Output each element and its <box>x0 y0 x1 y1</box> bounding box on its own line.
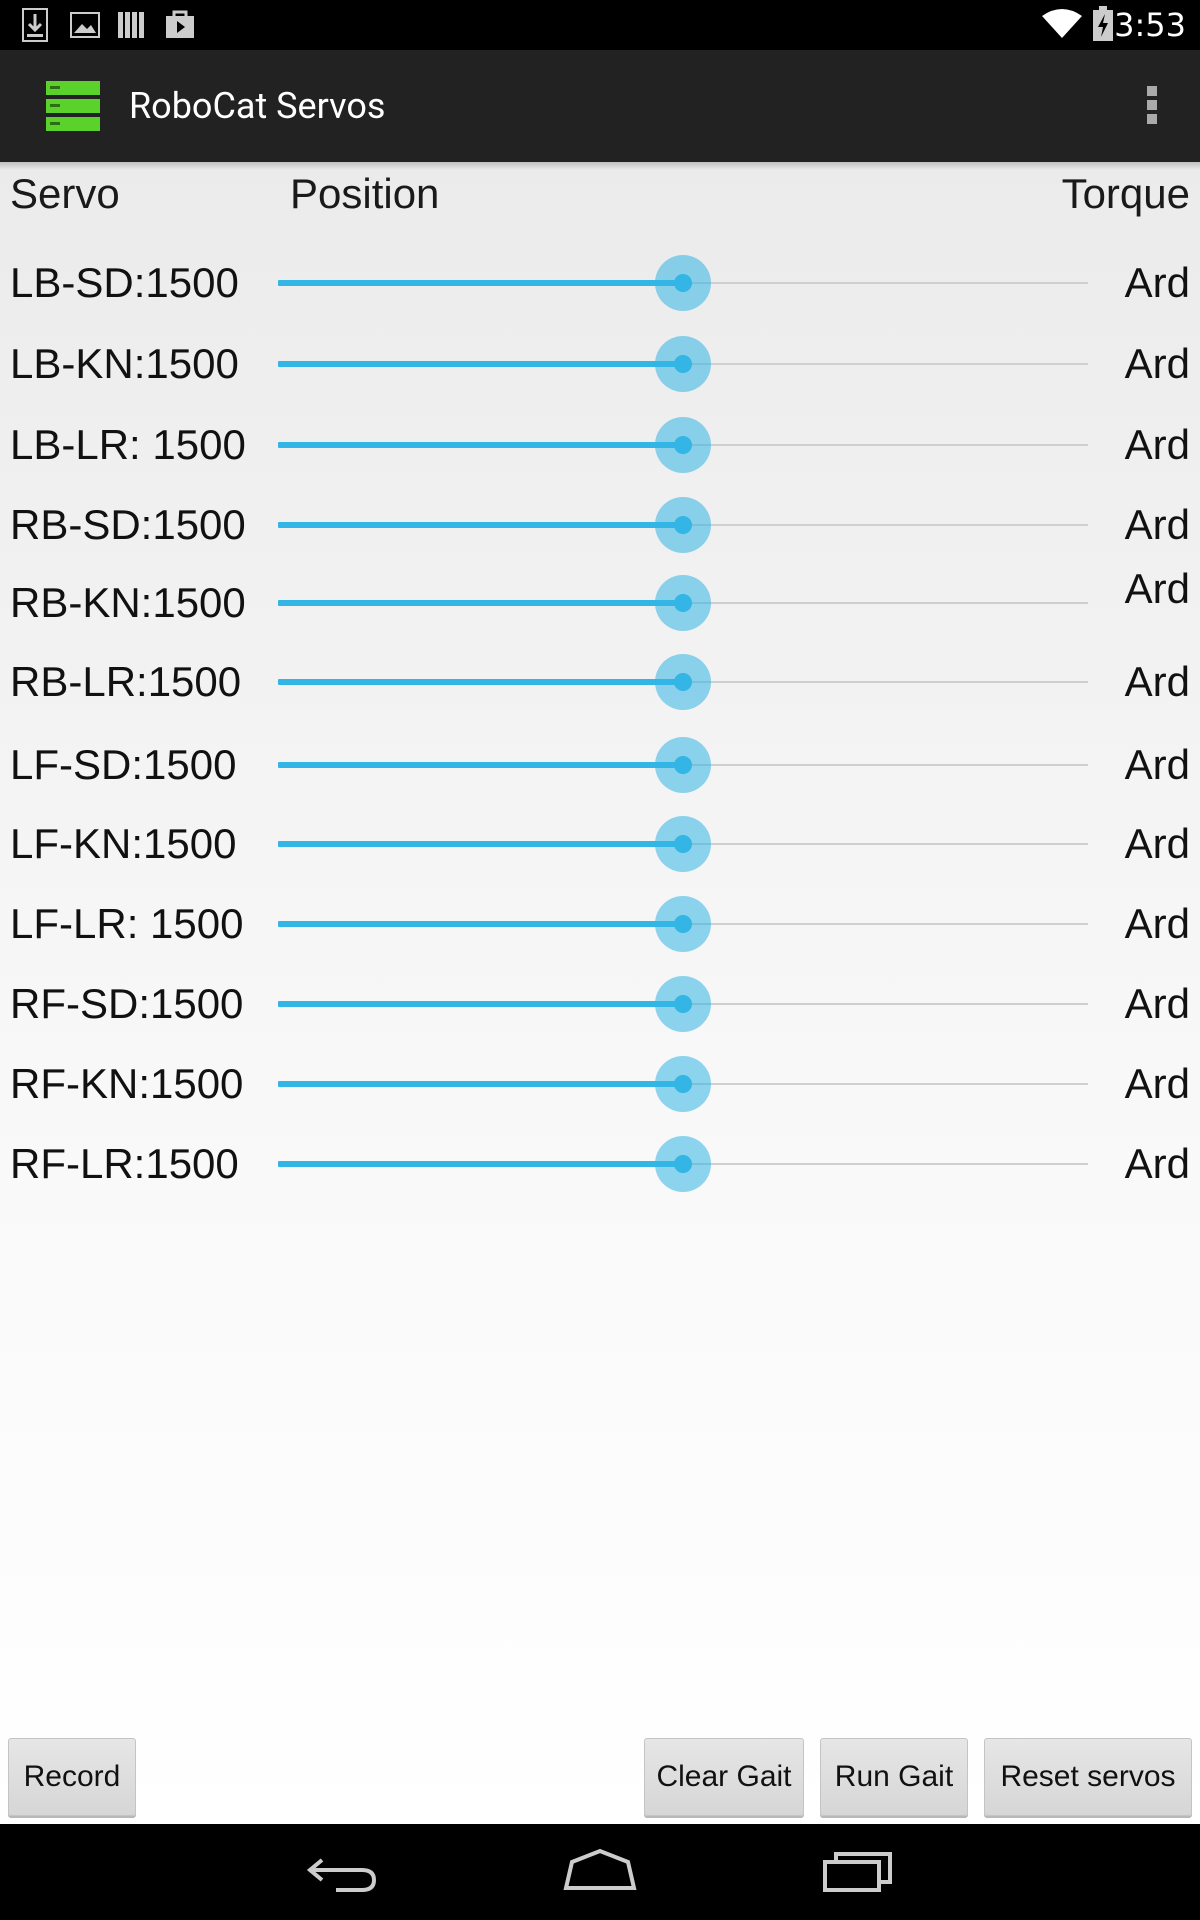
servo-label: LF-KN:1500 <box>10 820 237 867</box>
servo-row: RB-SD:1500 Ard <box>0 495 1200 555</box>
torque-value[interactable]: Ard <box>1125 415 1190 475</box>
reset-servos-button[interactable]: Reset servos <box>984 1738 1192 1816</box>
slider-thumb[interactable] <box>674 995 692 1013</box>
navigation-bar <box>0 1824 1200 1920</box>
slider-thumb[interactable] <box>674 594 692 612</box>
slider-thumb[interactable] <box>674 436 692 454</box>
position-slider[interactable] <box>278 652 1088 712</box>
slider-thumb[interactable] <box>674 1155 692 1173</box>
servo-panel: Servo Position Torque LB-SD:1500 Ard LB-KN… <box>0 162 1200 1824</box>
torque-value[interactable]: Ard <box>1125 974 1190 1034</box>
servo-label: RB-KN:1500 <box>10 579 246 626</box>
servo-label: RF-KN:1500 <box>10 1060 244 1107</box>
position-slider[interactable] <box>278 735 1088 795</box>
torque-value[interactable]: Ard <box>1125 253 1190 313</box>
servo-row: RF-SD:1500 Ard <box>0 974 1200 1034</box>
torque-value[interactable]: Ard <box>1125 894 1190 954</box>
header-torque: Torque <box>1061 170 1190 217</box>
servo-label: LF-LR: 1500 <box>10 900 244 947</box>
servo-label: RF-SD:1500 <box>10 980 244 1027</box>
servo-label: LB-LR: 1500 <box>10 421 246 468</box>
torque-value[interactable]: Ard <box>1125 735 1190 795</box>
record-button[interactable]: Record <box>8 1738 136 1816</box>
position-slider[interactable] <box>278 415 1088 475</box>
torque-value[interactable]: Ard <box>1125 652 1190 712</box>
torque-value[interactable]: Ard <box>1125 814 1190 874</box>
torque-value[interactable]: Ard <box>1125 334 1190 394</box>
servo-label: RF-LR:1500 <box>10 1140 239 1187</box>
servo-row: LF-LR: 1500 Ard <box>0 894 1200 954</box>
slider-thumb[interactable] <box>674 915 692 933</box>
download-icon <box>22 8 48 42</box>
app-title: RoboCat Servos <box>129 85 386 127</box>
slider-thumb[interactable] <box>674 835 692 853</box>
servo-row: RF-LR:1500 Ard <box>0 1134 1200 1194</box>
run-gait-button[interactable]: Run Gait <box>820 1738 968 1816</box>
position-slider[interactable] <box>278 334 1088 394</box>
library-icon <box>118 12 144 38</box>
servo-label: LF-SD:1500 <box>10 741 237 788</box>
position-slider[interactable] <box>278 253 1088 313</box>
servo-row: LF-KN:1500 Ard <box>0 814 1200 874</box>
servo-label: LB-KN:1500 <box>10 340 239 387</box>
servo-row: LB-KN:1500 Ard <box>0 334 1200 394</box>
servo-row: RF-KN:1500 Ard <box>0 1054 1200 1114</box>
torque-value[interactable]: Ard <box>1125 1054 1190 1114</box>
action-bar: RoboCat Servos <box>0 50 1200 162</box>
home-icon[interactable] <box>562 1848 638 1892</box>
position-slider[interactable] <box>278 573 1088 633</box>
servo-label: LB-SD:1500 <box>10 259 239 306</box>
wifi-icon <box>1042 9 1082 38</box>
servo-row: LF-SD:1500 Ard <box>0 735 1200 795</box>
shop-icon <box>166 10 194 38</box>
torque-value[interactable]: Ard <box>1125 1134 1190 1194</box>
battery-charging-icon <box>1093 6 1113 41</box>
slider-thumb[interactable] <box>674 756 692 774</box>
slider-thumb[interactable] <box>674 1075 692 1093</box>
status-bar: 3:53 <box>0 0 1200 50</box>
torque-value[interactable]: Ard <box>1125 495 1190 555</box>
clear-gait-button[interactable]: Clear Gait <box>644 1738 804 1816</box>
position-slider[interactable] <box>278 1134 1088 1194</box>
position-slider[interactable] <box>278 894 1088 954</box>
servo-label: RB-LR:1500 <box>10 658 242 705</box>
header-servo: Servo <box>10 170 120 217</box>
servo-row: RB-LR:1500 Ard <box>0 652 1200 712</box>
torque-value[interactable]: Ard <box>1125 559 1190 619</box>
servo-row: LB-SD:1500 Ard <box>0 253 1200 313</box>
back-icon[interactable] <box>306 1854 378 1894</box>
position-slider[interactable] <box>278 974 1088 1034</box>
position-slider[interactable] <box>278 1054 1088 1114</box>
position-slider[interactable] <box>278 495 1088 555</box>
slider-thumb[interactable] <box>674 355 692 373</box>
server-stack-icon[interactable] <box>46 81 100 131</box>
image-icon <box>70 12 100 38</box>
position-slider[interactable] <box>278 814 1088 874</box>
overflow-menu-icon[interactable] <box>1132 80 1172 130</box>
slider-thumb[interactable] <box>674 673 692 691</box>
recent-apps-icon[interactable] <box>822 1850 894 1894</box>
slider-thumb[interactable] <box>674 516 692 534</box>
clock-time: 3:53 <box>1114 6 1186 44</box>
slider-thumb[interactable] <box>674 274 692 292</box>
servo-label: RB-SD:1500 <box>10 501 246 548</box>
servo-row: LB-LR: 1500 Ard <box>0 415 1200 475</box>
header-position: Position <box>290 170 440 217</box>
servo-row: RB-KN:1500 Ard <box>0 565 1200 633</box>
